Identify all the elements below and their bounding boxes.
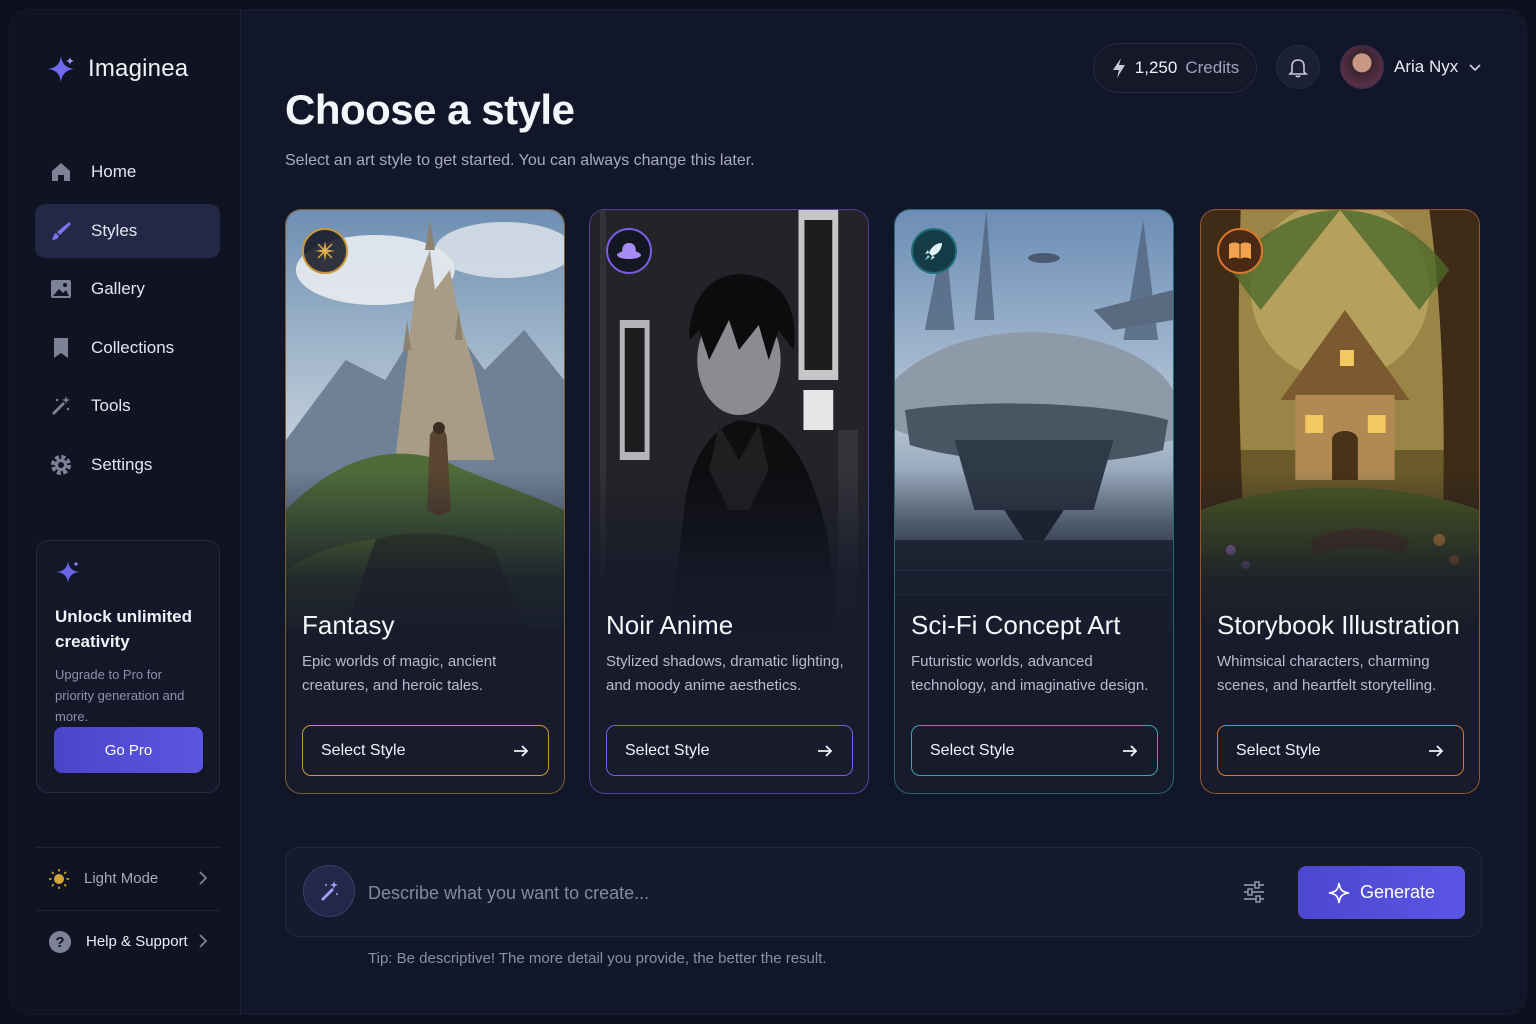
sidebar-item-styles[interactable]: Styles <box>35 203 220 258</box>
credits-value: 1,250 <box>1134 58 1178 77</box>
promo-title: Unlock unlimited creativity <box>55 607 192 651</box>
sidebar-item-settings[interactable]: Settings <box>35 438 220 492</box>
bell-icon <box>1288 59 1308 78</box>
sidebar-item-home[interactable]: Home <box>35 145 220 199</box>
sidebar-item-label: Tools <box>91 396 131 416</box>
card-title: Sci-Fi Concept Art <box>911 610 1121 640</box>
select-style-button[interactable]: Select Style <box>1217 725 1464 776</box>
sidebar-item-label: Gallery <box>91 279 145 299</box>
magic-wand-button[interactable] <box>303 865 355 917</box>
rocket-icon <box>911 228 957 274</box>
select-style-button[interactable]: Select Style <box>911 725 1158 776</box>
page-title: Choose a style <box>285 86 575 133</box>
sidebar-item-label: Collections <box>91 337 175 357</box>
image-icon <box>51 280 71 299</box>
select-style-button[interactable]: Select Style <box>606 725 853 776</box>
card-description: Whimsical characters, charming scenes, a… <box>1217 653 1437 694</box>
gear-icon <box>51 454 71 475</box>
sidebar-item-tools[interactable]: Tools <box>35 379 220 433</box>
brand-name: Imaginea <box>88 55 189 82</box>
select-style-label: Select Style <box>321 741 406 759</box>
sparkle-icon <box>1328 882 1350 903</box>
select-style-label: Select Style <box>1236 741 1321 759</box>
select-style-button[interactable]: Select Style <box>302 725 549 776</box>
light-mode-toggle[interactable]: Light Mode <box>36 847 220 909</box>
select-style-label: Select Style <box>625 741 710 759</box>
promo-subtitle: Upgrade to Pro for priority generation a… <box>55 667 185 724</box>
card-description: Futuristic worlds, advanced technology, … <box>911 653 1149 694</box>
user-name: Aria Nyx <box>1394 57 1459 76</box>
notifications-button[interactable] <box>1276 45 1320 89</box>
sun-icon <box>49 868 69 889</box>
help-icon: ? <box>49 930 71 953</box>
sparkle-icon <box>57 561 79 583</box>
card-title: Noir Anime <box>606 610 734 640</box>
brush-icon <box>52 221 71 240</box>
prompt-input[interactable] <box>368 874 1208 912</box>
sidebar-item-label: Styles <box>91 220 138 240</box>
sidebar-item-label: Home <box>91 162 137 181</box>
help-support-label: Help & Support <box>86 933 188 950</box>
arrow-right-icon <box>514 744 529 757</box>
credits-badge[interactable]: 1,250 Credits <box>1093 43 1257 93</box>
sidebar-item-gallery[interactable]: Gallery <box>35 262 220 316</box>
user-menu[interactable]: Aria Nyx <box>1340 45 1482 89</box>
main-content: 1,250 Credits Aria Nyx Choose a style Se… <box>241 10 1526 1014</box>
sidebar-nav: Home Styles Gallery Collections Tools Se… <box>35 145 220 497</box>
home-icon <box>52 163 70 181</box>
card-title: Fantasy <box>302 610 395 640</box>
hat-icon <box>606 228 652 274</box>
arrow-right-icon <box>1429 744 1444 757</box>
help-support-link[interactable]: ? Help & Support <box>36 910 220 972</box>
book-icon <box>1217 228 1263 274</box>
settings-sliders-button[interactable] <box>1241 879 1267 910</box>
go-pro-button[interactable]: Go Pro <box>54 727 203 773</box>
credits-label: Credits <box>1185 58 1240 77</box>
sparkle-logo-icon <box>48 56 74 82</box>
sidebar-item-collections[interactable]: Collections <box>35 321 220 375</box>
card-description: Epic worlds of magic, ancient creatures,… <box>302 653 497 694</box>
avatar <box>1340 45 1384 89</box>
brand-logo[interactable]: Imaginea <box>46 54 188 84</box>
lightning-icon <box>1112 58 1125 78</box>
svg-text:?: ? <box>55 934 64 951</box>
pro-promo-card: Unlock unlimited creativity Upgrade to P… <box>36 540 220 793</box>
magic-wand-icon <box>321 881 338 901</box>
tools-icon <box>52 396 70 416</box>
card-description: Stylized shadows, dramatic lighting, and… <box>606 653 844 694</box>
prompt-bar: Generate <box>285 847 1482 937</box>
sliders-icon <box>1244 881 1264 903</box>
sparkle-icon <box>302 228 348 274</box>
chevron-right-icon <box>199 871 208 885</box>
card-title: Storybook Illustration <box>1217 610 1460 640</box>
prompt-tip: Tip: Be descriptive! The more detail you… <box>368 950 827 967</box>
chevron-down-icon <box>1469 64 1481 72</box>
page-subtitle: Select an art style to get started. You … <box>285 152 755 169</box>
arrow-right-icon <box>1123 744 1138 757</box>
style-card-noir-anime[interactable]: Noir Anime Stylized shadows, dramatic li… <box>589 209 869 794</box>
chevron-right-icon <box>199 934 208 948</box>
sidebar: Imaginea Home Styles Gallery Collections <box>10 10 241 1014</box>
select-style-label: Select Style <box>930 741 1015 759</box>
light-mode-label: Light Mode <box>84 870 159 887</box>
arrow-right-icon <box>818 744 833 757</box>
bookmark-icon <box>54 337 68 358</box>
generate-label: Generate <box>1359 882 1436 902</box>
generate-button[interactable]: Generate <box>1298 866 1465 919</box>
app-window: Imaginea Home Styles Gallery Collections <box>10 10 1526 1014</box>
style-card-fantasy[interactable]: Fantasy Epic worlds of magic, ancient cr… <box>285 209 565 794</box>
style-card-sci-fi[interactable]: Sci-Fi Concept Art Futuristic worlds, ad… <box>894 209 1174 794</box>
style-card-storybook[interactable]: Storybook Illustration Whimsical charact… <box>1200 209 1480 794</box>
sidebar-item-label: Settings <box>91 454 153 474</box>
